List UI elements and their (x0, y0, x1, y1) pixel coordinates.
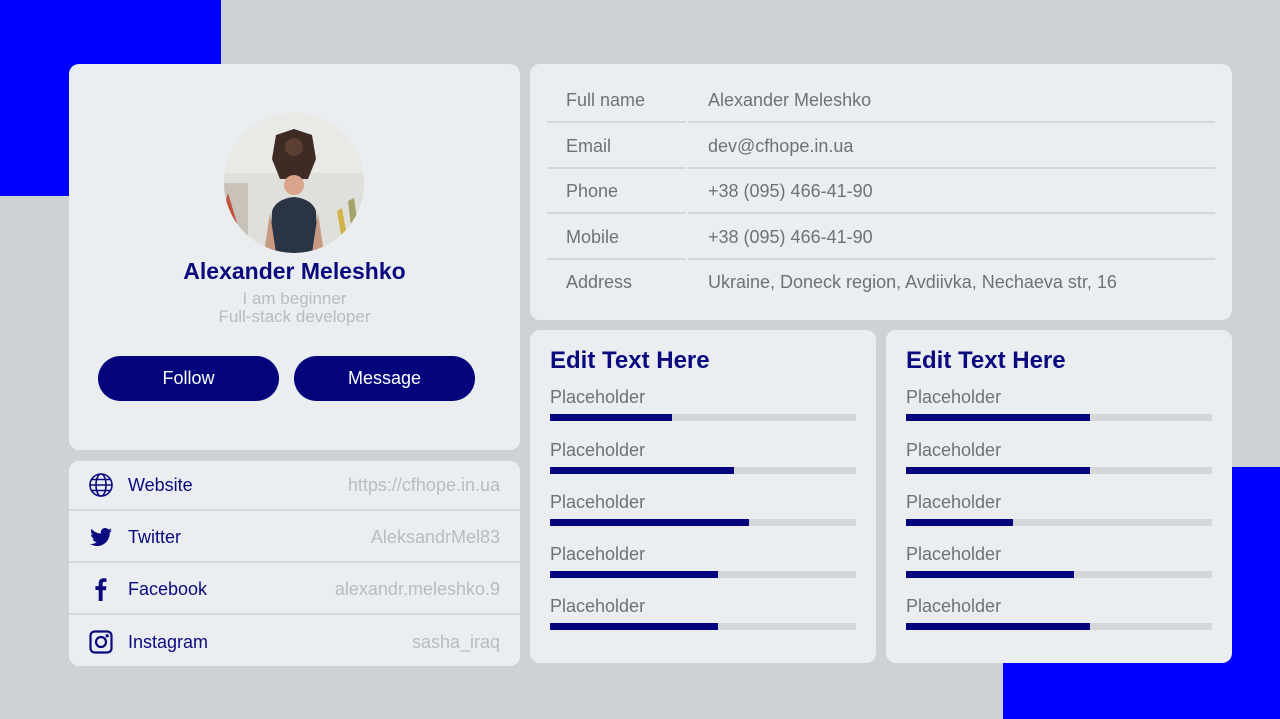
skill-progress-track (906, 519, 1212, 526)
skill-label: Placeholder (550, 440, 646, 460)
info-value: +38 (095) 466-41-90 (688, 215, 1215, 260)
social-value[interactable]: sasha_iraq (412, 632, 500, 653)
skill-progress-fill (550, 414, 673, 421)
avatar (224, 113, 364, 253)
skill-progress-fill (550, 571, 719, 578)
social-row-website[interactable]: Website https://cfhope.in.ua (69, 461, 520, 511)
skills-title: Edit Text Here (906, 347, 1066, 374)
globe-icon (88, 472, 114, 498)
info-row-email: Email dev@cfhope.in.ua (547, 124, 1215, 169)
skill-label: Placeholder (906, 596, 1002, 616)
skill-item: Placeholder (906, 440, 1212, 490)
social-label: Instagram (128, 631, 209, 652)
social-row-instagram[interactable]: Instagram sasha_iraq (69, 617, 520, 666)
twitter-icon (88, 524, 114, 550)
skill-label: Placeholder (550, 544, 646, 564)
skill-progress-track (550, 467, 856, 474)
tagline-line-1: I am beginner (242, 289, 347, 308)
profile-photo (224, 113, 364, 253)
social-label: Twitter (128, 526, 182, 547)
skills-card-left: Edit Text Here Placeholder Placeholder P… (530, 330, 876, 663)
info-key: Full name (547, 78, 686, 123)
social-label: Website (128, 474, 193, 495)
info-row-phone: Phone +38 (095) 466-41-90 (547, 169, 1215, 214)
profile-card: Alexander Meleshko I am beginner Full-st… (69, 64, 520, 450)
skill-progress-fill (550, 519, 749, 526)
skill-progress-fill (906, 519, 1014, 526)
skill-progress-fill (906, 467, 1090, 474)
social-label: Facebook (128, 578, 208, 599)
skill-progress-fill (906, 414, 1090, 421)
info-row-mobile: Mobile +38 (095) 466-41-90 (547, 215, 1215, 260)
profile-name: Alexander Meleshko (183, 258, 406, 284)
social-links-card: Website https://cfhope.in.ua Twitter Ale… (69, 461, 520, 666)
skill-progress-track (550, 414, 856, 421)
skill-item: Placeholder (906, 596, 1212, 646)
info-key: Mobile (547, 215, 686, 260)
skill-item: Placeholder (550, 492, 856, 542)
skill-progress-fill (906, 571, 1075, 578)
message-button[interactable]: Message (294, 356, 475, 401)
info-row-address: Address Ukraine, Doneck region, Avdiivka… (547, 260, 1215, 305)
skill-progress-track (550, 623, 856, 630)
skill-label: Placeholder (906, 544, 1002, 564)
skill-progress-track (906, 414, 1212, 421)
info-key: Address (566, 272, 633, 292)
social-value[interactable]: AleksandrMel83 (371, 527, 500, 548)
skill-progress-track (550, 519, 856, 526)
skill-progress-fill (550, 467, 734, 474)
skill-progress-track (906, 467, 1212, 474)
facebook-icon (88, 576, 114, 602)
social-value[interactable]: https://cfhope.in.ua (348, 475, 500, 496)
info-key: Email (547, 124, 686, 169)
skill-label: Placeholder (550, 492, 646, 512)
social-row-twitter[interactable]: Twitter AleksandrMel83 (69, 513, 520, 563)
skill-item: Placeholder (550, 440, 856, 490)
skill-label: Placeholder (550, 596, 646, 616)
instagram-icon (88, 629, 114, 655)
tagline-line-2: Full-stack developer (218, 307, 371, 326)
social-row-facebook[interactable]: Facebook alexandr.meleshko.9 (69, 565, 520, 615)
skill-item: Placeholder (550, 387, 856, 437)
skills-title: Edit Text Here (550, 347, 710, 374)
skill-item: Placeholder (906, 387, 1212, 437)
profile-tagline: I am beginner Full-stack developer (69, 290, 520, 326)
skill-progress-track (550, 571, 856, 578)
skill-progress-fill (906, 623, 1090, 630)
info-value[interactable]: dev@cfhope.in.ua (688, 124, 1215, 169)
info-value: Ukraine, Doneck region, Avdiivka, Nechae… (708, 272, 1117, 292)
skills-card-right: Edit Text Here Placeholder Placeholder P… (886, 330, 1232, 663)
skill-item: Placeholder (906, 492, 1212, 542)
skill-item: Placeholder (550, 596, 856, 646)
skill-label: Placeholder (906, 387, 1002, 407)
skill-progress-track (906, 571, 1212, 578)
info-value: +38 (095) 466-41-90 (688, 169, 1215, 214)
follow-button[interactable]: Follow (98, 356, 279, 401)
skill-label: Placeholder (906, 492, 1002, 512)
skill-label: Placeholder (550, 387, 646, 407)
info-card: Full name Alexander Meleshko Email dev@c… (530, 64, 1232, 320)
skill-item: Placeholder (550, 544, 856, 594)
info-row-full-name: Full name Alexander Meleshko (547, 78, 1215, 123)
social-value[interactable]: alexandr.meleshko.9 (335, 579, 500, 600)
skill-item: Placeholder (906, 544, 1212, 594)
skill-progress-fill (550, 623, 719, 630)
skill-label: Placeholder (906, 440, 1002, 460)
info-key: Phone (547, 169, 686, 214)
info-value: Alexander Meleshko (688, 78, 1215, 123)
skill-progress-track (906, 623, 1212, 630)
